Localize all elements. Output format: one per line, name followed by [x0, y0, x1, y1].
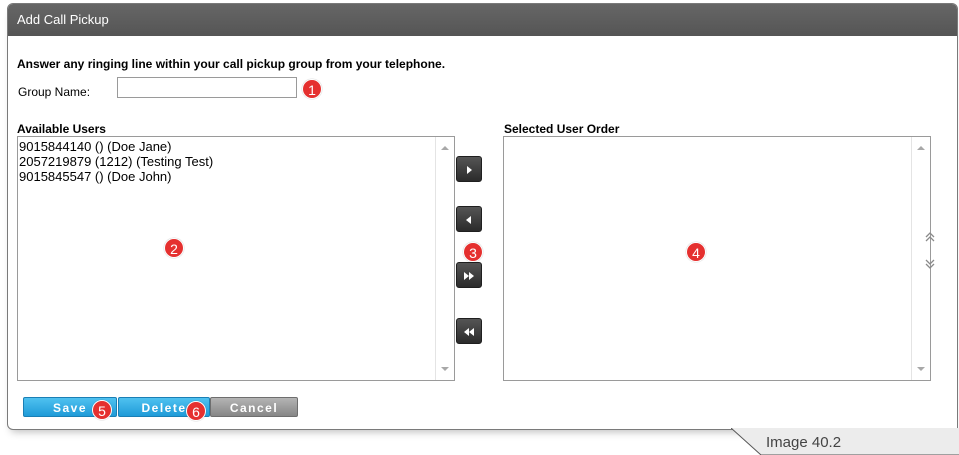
scroll-up-icon[interactable] — [441, 146, 449, 150]
move-all-right-icon — [464, 272, 474, 280]
available-users-label: Available Users — [17, 122, 106, 136]
scroll-up-icon[interactable] — [917, 146, 925, 150]
callout-badge-5: 5 — [92, 400, 112, 420]
dialog-title: Add Call Pickup — [8, 4, 957, 36]
move-left-button[interactable] — [456, 206, 482, 232]
dialog-description: Answer any ringing line within your call… — [17, 57, 446, 71]
move-right-icon — [467, 166, 472, 174]
image-caption: Image 40.2 — [766, 434, 842, 451]
available-users-list[interactable]: 9015844140 () (Doe Jane) 2057219879 (121… — [17, 136, 455, 381]
list-item[interactable]: 9015845547 () (Doe John) — [19, 169, 454, 184]
selected-user-order-label: Selected User Order — [504, 122, 620, 136]
move-all-left-icon — [464, 328, 474, 336]
callout-badge-1: 1 — [302, 79, 322, 99]
move-up-icon[interactable] — [925, 232, 935, 245]
group-name-label: Group Name: — [18, 85, 91, 99]
move-all-left-button[interactable] — [456, 318, 482, 344]
list-item[interactable]: 2057219879 (1212) (Testing Test) — [19, 154, 454, 169]
move-all-right-button[interactable] — [456, 262, 482, 288]
cancel-button[interactable]: Cancel — [210, 397, 298, 417]
scroll-down-icon[interactable] — [441, 367, 449, 371]
move-down-icon[interactable] — [925, 259, 935, 272]
scroll-down-icon[interactable] — [917, 367, 925, 371]
callout-badge-6: 6 — [186, 401, 206, 421]
available-users-scrollbar[interactable] — [435, 137, 454, 380]
callout-badge-4: 4 — [686, 242, 706, 262]
list-item[interactable]: 9015844140 () (Doe Jane) — [19, 139, 454, 154]
callout-badge-3: 3 — [463, 242, 483, 262]
callout-badge-2: 2 — [164, 238, 184, 258]
group-name-input[interactable] — [117, 77, 297, 98]
move-left-icon — [466, 216, 471, 224]
move-right-button[interactable] — [456, 156, 482, 182]
selected-user-order-list[interactable] — [503, 136, 931, 381]
